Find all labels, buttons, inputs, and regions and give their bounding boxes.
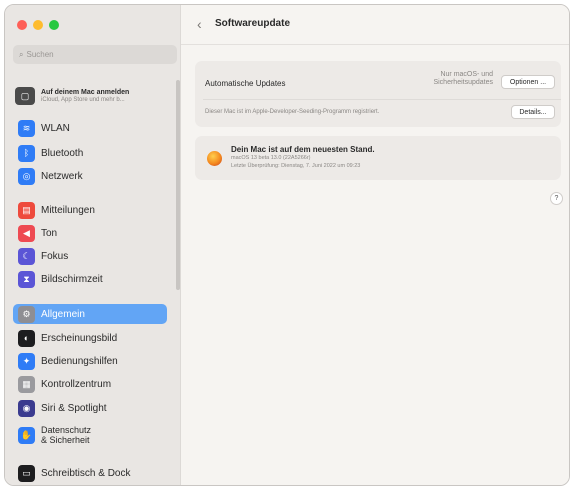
minimize-window-button[interactable] (33, 20, 43, 30)
zoom-window-button[interactable] (49, 20, 59, 30)
auto-updates-value-line1: Nur macOS- und (440, 71, 493, 78)
sidebar-item-label: Netzwerk (41, 170, 83, 182)
sidebar-item-allgemein[interactable]: ⚙ Allgemein (13, 304, 167, 324)
sound-icon: ◀ (18, 224, 35, 242)
close-window-button[interactable] (17, 20, 27, 30)
options-button[interactable]: Optionen ... (501, 75, 555, 89)
toolbar: ‹ Softwareupdate (181, 5, 569, 45)
sidebar-item-ton[interactable]: ◀ Ton (13, 223, 167, 243)
back-chevron-icon[interactable]: ‹ (197, 16, 202, 32)
sidebar-item-label: Ton (41, 227, 58, 239)
status-card: Dein Mac ist auf dem neuesten Stand. mac… (195, 136, 561, 180)
wifi-icon: ≋ (18, 119, 35, 137)
sidebar-item-fokus[interactable]: ☾ Fokus (13, 246, 167, 266)
sidebar-item-bluetooth[interactable]: ᛒ Bluetooth (13, 143, 167, 163)
card-divider (203, 99, 561, 100)
signin-subtitle: iCloud, App Store und mehr b... (41, 96, 125, 103)
auto-updates-value-line2: Sicherheitsupdates (433, 79, 493, 87)
main-content: ‹ Softwareupdate Automatische Updates Nu… (181, 5, 569, 485)
seeding-text: Dieser Mac ist im Apple-Developer-Seedin… (205, 109, 380, 115)
sidebar-item-label: Siri & Spotlight (41, 402, 107, 414)
sidebar-item-label: Bedienungshilfen (41, 355, 118, 367)
sidebar-item-label: Bildschirmzeit (41, 273, 103, 285)
network-icon: ◎ (18, 167, 35, 185)
sidebar-item-erscheinungsbild[interactable]: ◐ Erscheinungsbild (13, 328, 167, 348)
sidebar-item-label: Bluetooth (41, 147, 84, 159)
window-controls (17, 20, 59, 30)
auto-updates-label: Automatische Updates (205, 78, 286, 88)
sidebar-item-label: Kontrollzentrum (41, 378, 112, 390)
sidebar-item-bildschirmzeit[interactable]: ⧗ Bildschirmzeit (13, 269, 167, 289)
sidebar-item-wlan[interactable]: ≋ WLAN (13, 118, 167, 138)
sidebar-item-netzwerk[interactable]: ◎ Netzwerk (13, 166, 167, 186)
sidebar-item-label: Allgemein (41, 308, 85, 320)
control-center-icon: ▦ (18, 375, 35, 393)
sidebar-item-bedienungshilfen[interactable]: ✦ Bedienungshilfen (13, 351, 167, 371)
sidebar-item-kontrollzentrum[interactable]: ▦ Kontrollzentrum (13, 374, 167, 394)
sidebar-item-datenschutz-sicherheit[interactable]: ✋ Datenschutz & Sicherheit (13, 421, 167, 449)
settings-window: ⌕ Suchen ▢ Auf deinem Mac anmelden iClou… (4, 4, 570, 486)
gear-icon: ⚙ (18, 305, 35, 323)
screen-time-icon: ⧗ (18, 270, 35, 288)
sidebar-item-label: Schreibtisch & Dock (41, 467, 131, 479)
sidebar-item-label: Erscheinungsbild (41, 332, 118, 344)
sidebar-item-schreibtisch-dock[interactable]: ▭ Schreibtisch & Dock (13, 463, 167, 483)
search-icon: ⌕ (19, 49, 24, 59)
status-title: Dein Mac ist auf dem neuesten Stand. (231, 145, 375, 154)
details-button[interactable]: Details... (511, 105, 555, 119)
privacy-hand-icon: ✋ (18, 426, 35, 444)
sidebar-item-label: WLAN (41, 122, 70, 134)
sidebar-item-label: Datenschutz & Sicherheit (41, 424, 92, 445)
search-placeholder: Suchen (26, 50, 54, 59)
siri-icon: ◉ (18, 399, 35, 417)
apple-id-signin[interactable]: ▢ Auf deinem Mac anmelden iCloud, App St… (15, 83, 175, 109)
notifications-icon: ▤ (18, 201, 35, 219)
help-button[interactable]: ? (550, 192, 563, 205)
apple-id-icon: ▢ (15, 87, 35, 105)
signin-title: Auf deinem Mac anmelden (41, 88, 130, 96)
accessibility-icon: ✦ (18, 352, 35, 370)
status-version: macOS 13 beta 13.0 (22A5266r) (231, 155, 311, 162)
dock-icon: ▭ (18, 464, 35, 482)
bluetooth-icon: ᛒ (18, 144, 35, 162)
updates-card: Automatische Updates Nur macOS- und Sich… (195, 61, 561, 127)
sidebar-item-label: Fokus (41, 250, 69, 262)
sidebar-item-mitteilungen[interactable]: ▤ Mitteilungen (13, 200, 167, 220)
search-input[interactable]: ⌕ Suchen (13, 45, 177, 64)
focus-icon: ☾ (18, 247, 35, 265)
sidebar-scrollbar[interactable] (176, 80, 180, 290)
software-update-icon (207, 151, 222, 166)
sidebar-item-siri-spotlight[interactable]: ◉ Siri & Spotlight (13, 398, 167, 418)
status-last-check: Letzte Überprüfung: Dienstag, 7. Juni 20… (231, 162, 361, 169)
sidebar-item-label: Mitteilungen (41, 204, 95, 216)
appearance-icon: ◐ (18, 329, 35, 347)
page-title: Softwareupdate (215, 18, 291, 29)
sidebar: ⌕ Suchen ▢ Auf deinem Mac anmelden iClou… (5, 5, 181, 485)
